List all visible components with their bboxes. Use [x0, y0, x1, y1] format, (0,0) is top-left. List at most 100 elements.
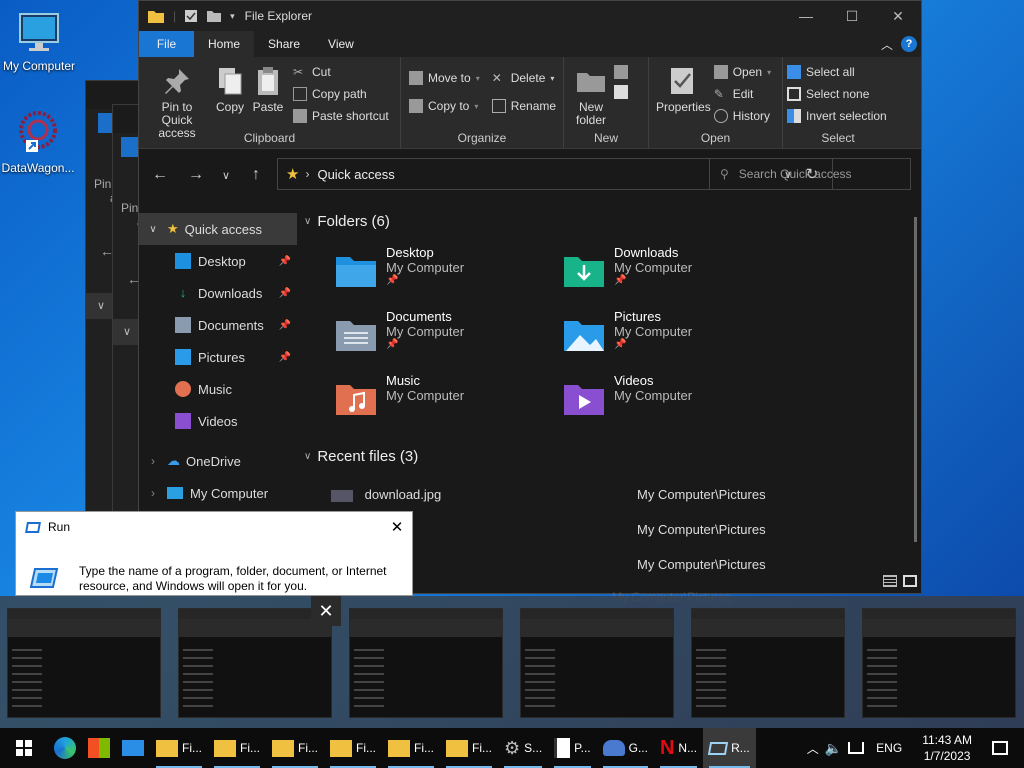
recent-section-header[interactable]: ∨ Recent files (3)	[304, 448, 418, 465]
folders-section-header[interactable]: ∨ Folders (6)	[304, 213, 390, 230]
window-title: File Explorer	[244, 9, 313, 23]
sidebar-item-documents[interactable]: Documents 📌	[139, 309, 297, 341]
folder-tile-documents[interactable]: Documents My Computer 📌	[334, 309, 464, 357]
tab-share[interactable]: Share	[254, 31, 314, 57]
maximize-button[interactable]: ☐	[829, 1, 875, 31]
folder-tile-music[interactable]: Music My Computer	[334, 373, 464, 421]
forward-button[interactable]: →	[181, 166, 211, 184]
collapse-ribbon-icon[interactable]: ︿	[881, 36, 893, 53]
desktop-icon-my-computer[interactable]: My Computer	[0, 10, 81, 73]
mail-button[interactable]	[116, 728, 150, 768]
search-icon: ⚲	[720, 167, 729, 181]
folder-tile-desktop[interactable]: Desktop My Computer 📌	[334, 245, 464, 293]
taskbar-document-app[interactable]: P...	[548, 728, 596, 768]
delete-button[interactable]: ✕ Delete ▾	[492, 69, 556, 87]
cut-button[interactable]: ✂ Cut	[293, 63, 389, 81]
minimize-button[interactable]: —	[783, 1, 829, 31]
monitor-icon	[19, 13, 59, 51]
language-indicator[interactable]: ENG	[870, 741, 908, 755]
close-button[interactable]: ✕	[875, 1, 921, 31]
title-bar[interactable]: | ▾ File Explorer — ☐ ✕	[139, 1, 921, 31]
help-icon[interactable]: ?	[901, 36, 917, 52]
sidebar-item-desktop[interactable]: Desktop 📌	[139, 245, 297, 277]
taskbar: Fi... Fi... Fi... Fi... Fi... Fi... ⚙ S..…	[0, 728, 1024, 768]
tab-file[interactable]: File	[139, 31, 194, 57]
window-thumbnail[interactable]	[691, 608, 845, 718]
folder-tile-pictures[interactable]: Pictures My Computer 📌	[562, 309, 692, 357]
paste-shortcut-button[interactable]: Paste shortcut	[293, 107, 389, 125]
new-folder-icon[interactable]	[206, 9, 222, 23]
taskbar-explorer-5[interactable]: Fi...	[382, 728, 440, 768]
run-close-button[interactable]: ✕	[382, 518, 412, 536]
tab-home[interactable]: Home	[194, 31, 255, 57]
recent-locations-icon[interactable]: ∨	[211, 169, 241, 182]
clock-date: 1/7/2023	[923, 749, 971, 763]
properties-check-icon[interactable]	[184, 9, 198, 23]
desktop-icon-datawagon[interactable]: DataWagon...	[0, 108, 80, 175]
sidebar-item-music[interactable]: Music	[139, 373, 297, 405]
details-view-icon[interactable]	[883, 575, 897, 587]
new-item-icon[interactable]	[614, 65, 628, 79]
sidebar-item-quick-access[interactable]: ∨ ★ Quick access	[139, 213, 297, 245]
tab-view[interactable]: View	[314, 31, 368, 57]
window-thumbnail[interactable]	[520, 608, 674, 718]
folder-tile-downloads[interactable]: Downloads My Computer 📌	[562, 245, 692, 293]
sidebar-item-videos[interactable]: Videos	[139, 405, 297, 437]
easy-access-icon[interactable]	[614, 85, 628, 99]
expand-chevron-icon[interactable]: ∨	[139, 224, 167, 235]
taskbar-run[interactable]: R...	[703, 728, 756, 768]
expand-chevron-icon[interactable]: ›	[139, 486, 167, 500]
select-all-button[interactable]: Select all	[787, 63, 887, 81]
volume-icon[interactable]: 🔈	[825, 740, 842, 757]
network-icon[interactable]	[848, 742, 865, 754]
taskbar-settings[interactable]: ⚙ S...	[498, 728, 548, 768]
folder-tile-videos[interactable]: Videos My Computer	[562, 373, 692, 421]
windows-logo-icon	[16, 740, 32, 756]
taskbar-explorer-4[interactable]: Fi...	[324, 728, 382, 768]
sidebar-item-my-computer[interactable]: › My Computer	[139, 477, 297, 509]
store-button[interactable]	[82, 728, 116, 768]
taskbar-game-app[interactable]: G...	[597, 728, 654, 768]
clock[interactable]: 11:43 AM 1/7/2023	[914, 732, 980, 764]
window-thumbnail[interactable]	[349, 608, 503, 718]
quick-access-toolbar-dropdown-icon[interactable]: ▾	[230, 11, 235, 22]
scrollbar[interactable]	[914, 217, 917, 542]
copy-to-button[interactable]: Copy to ▾	[409, 97, 480, 115]
taskbar-netflix[interactable]: N N...	[654, 728, 703, 768]
move-to-button[interactable]: Move to ▾	[409, 69, 480, 87]
document-icon	[554, 738, 571, 758]
taskbar-explorer-2[interactable]: Fi...	[208, 728, 266, 768]
pin-icon: 📌	[386, 275, 399, 286]
back-button[interactable]: ←	[145, 166, 175, 184]
window-thumbnail[interactable]	[862, 608, 1016, 718]
select-none-button[interactable]: Select none	[787, 85, 887, 103]
copy-path-button[interactable]: Copy path	[293, 85, 389, 103]
taskbar-explorer-6[interactable]: Fi...	[440, 728, 498, 768]
thumbnail-close-button[interactable]: ✕	[311, 596, 341, 626]
window-thumbnail[interactable]	[7, 608, 161, 718]
expand-chevron-icon[interactable]: ›	[139, 454, 167, 468]
window-thumbnail[interactable]	[178, 608, 332, 718]
large-icons-view-icon[interactable]	[903, 575, 917, 587]
edge-button[interactable]	[48, 728, 82, 768]
sidebar-item-pictures[interactable]: Pictures 📌	[139, 341, 297, 373]
invert-selection-button[interactable]: Invert selection	[787, 107, 887, 125]
taskbar-explorer-1[interactable]: Fi...	[150, 728, 208, 768]
notifications-icon[interactable]	[992, 741, 1008, 755]
rename-button[interactable]: Rename	[491, 97, 556, 115]
file-explorer-window[interactable]: | ▾ File Explorer — ☐ ✕ File Home Share …	[138, 0, 922, 595]
open-button[interactable]: Open ▾	[713, 63, 771, 81]
search-input[interactable]: ⚲ Search Quick access	[709, 158, 911, 190]
show-hidden-icons-icon[interactable]: ︿	[807, 740, 819, 757]
taskbar-explorer-3[interactable]: Fi...	[266, 728, 324, 768]
group-label: Select	[821, 131, 855, 145]
group-label: New	[593, 131, 618, 145]
edit-button[interactable]: ✎ Edit	[714, 85, 771, 103]
sidebar-item-downloads[interactable]: ↓ Downloads 📌	[139, 277, 297, 309]
history-button[interactable]: History	[713, 107, 771, 125]
recent-file-row[interactable]: download.jpg My Computer\Pictures	[331, 487, 791, 507]
run-dialog[interactable]: Run ✕ Type the name of a program, folder…	[15, 511, 413, 596]
start-button[interactable]	[0, 728, 48, 768]
up-button[interactable]: ↑	[241, 166, 271, 184]
sidebar-item-onedrive[interactable]: › ☁ OneDrive	[139, 445, 297, 477]
